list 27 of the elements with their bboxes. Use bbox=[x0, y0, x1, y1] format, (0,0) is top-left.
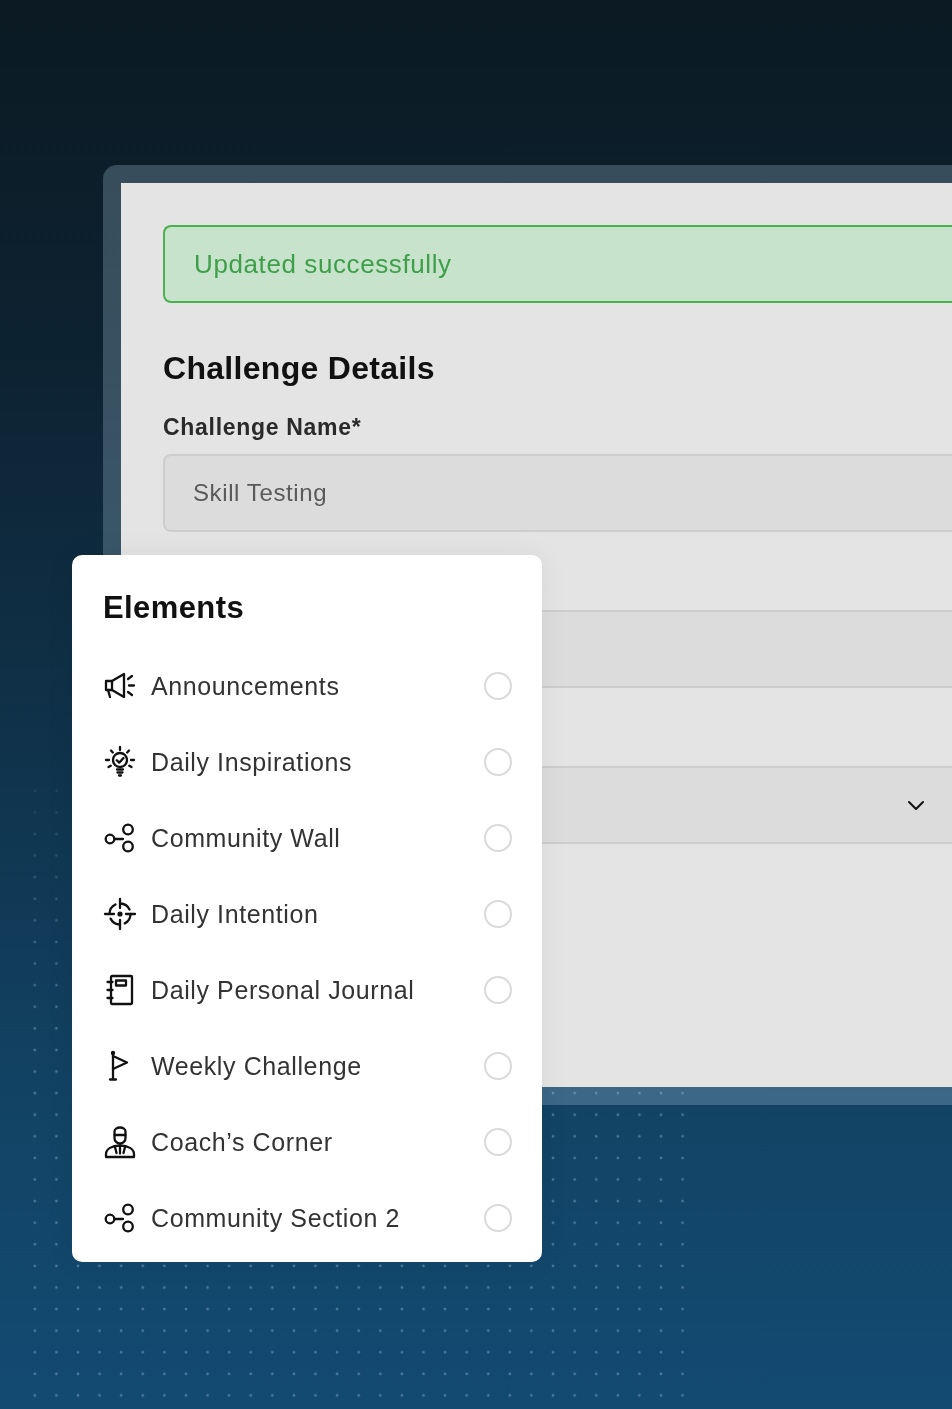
option-label: Coach’s Corner bbox=[151, 1127, 334, 1157]
radio-button[interactable] bbox=[484, 824, 512, 852]
person-with-cap-icon bbox=[103, 1125, 137, 1159]
lightbulb-icon bbox=[103, 745, 137, 779]
radio-button[interactable] bbox=[484, 1204, 512, 1232]
success-alert: Updated successfully bbox=[163, 225, 952, 303]
radio-button[interactable] bbox=[484, 1052, 512, 1080]
option-label: Community Section 2 bbox=[151, 1203, 401, 1233]
radio-button[interactable] bbox=[484, 900, 512, 928]
radio-button[interactable] bbox=[484, 976, 512, 1004]
radio-button[interactable] bbox=[484, 672, 512, 700]
radio-button[interactable] bbox=[484, 1128, 512, 1156]
field-label: Challenge Name* bbox=[163, 413, 363, 441]
crosshair-icon bbox=[103, 897, 137, 931]
text-input[interactable]: Skill Testing bbox=[163, 454, 952, 532]
chevron-down-icon bbox=[907, 799, 925, 811]
popup-title: Elements bbox=[103, 589, 246, 627]
radio-button[interactable] bbox=[484, 748, 512, 776]
section-title: Challenge Details bbox=[163, 349, 436, 387]
connected-circles-icon bbox=[103, 821, 137, 855]
option-label: Community Wall bbox=[151, 823, 342, 853]
connected-circles-icon bbox=[103, 1201, 137, 1235]
option-label: Daily Personal Journal bbox=[151, 975, 416, 1005]
option-label: Daily Intention bbox=[151, 899, 320, 929]
option-label: Weekly Challenge bbox=[151, 1051, 363, 1081]
option-label: Announcements bbox=[151, 671, 341, 701]
option-label: Daily Inspirations bbox=[151, 747, 354, 777]
